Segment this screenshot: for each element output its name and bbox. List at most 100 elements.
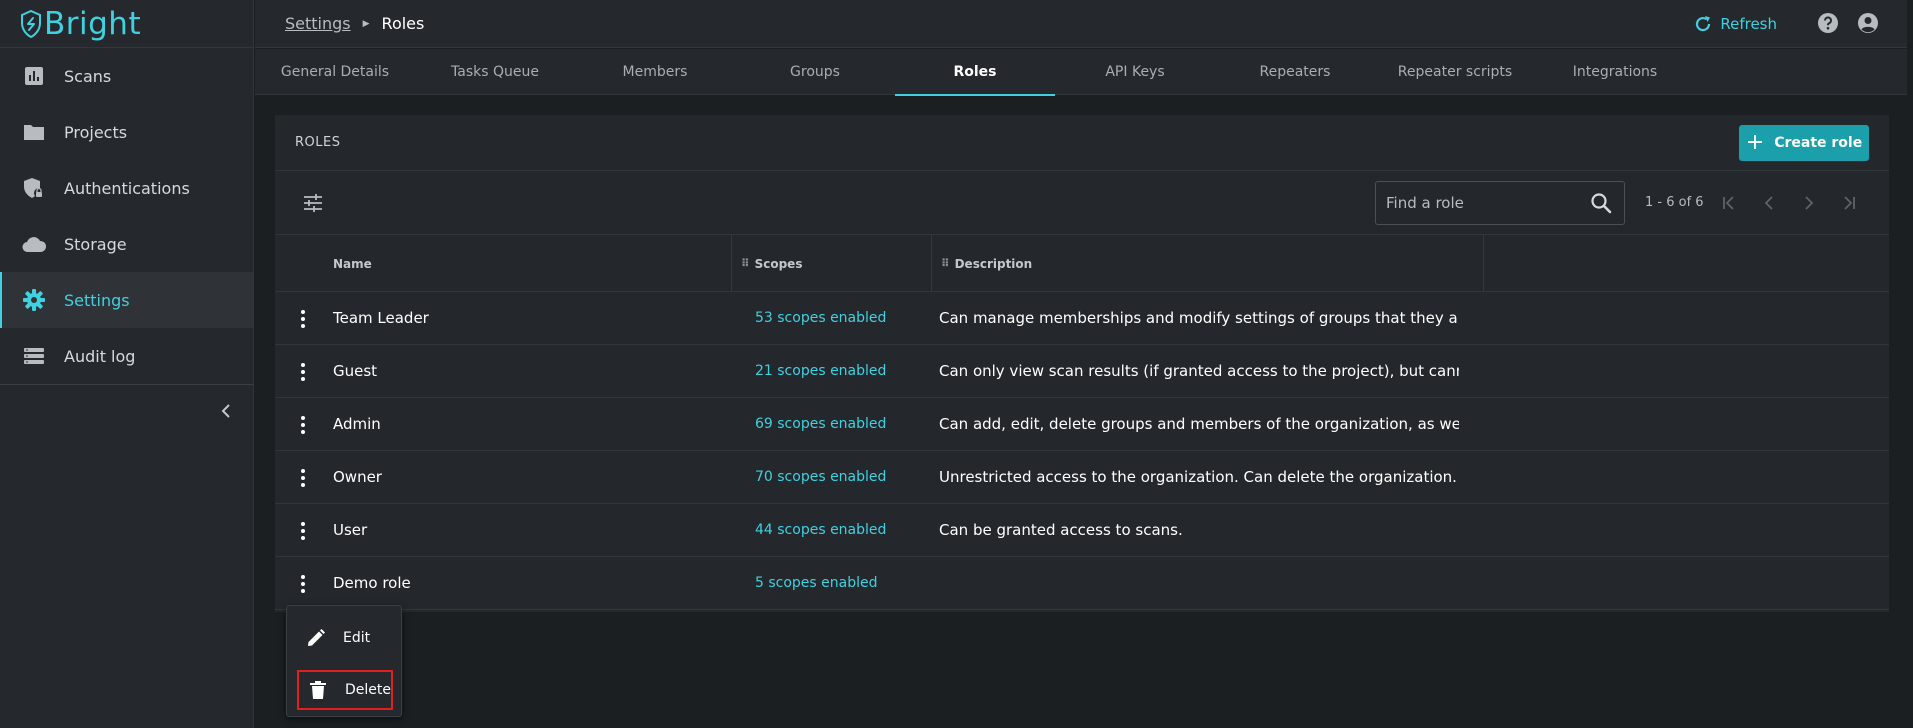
table-row: Admin 69 scopes enabled Can add, edit, d… [275,398,1889,451]
role-description: Can only view scan results (if granted a… [939,362,1459,380]
sidebar: Bright Scans Projects Authentications St… [0,0,254,728]
row-menu-icon[interactable] [299,361,307,383]
row-context-menu: Edit Delete [286,605,402,717]
role-scopes-link[interactable]: 44 scopes enabled [755,504,886,556]
sidebar-item-label: Settings [64,290,130,310]
row-menu-icon[interactable] [299,467,307,489]
column-header-scopes[interactable]: ⠿ Scopes [741,235,802,292]
help-icon[interactable] [1817,12,1841,36]
role-description [939,557,1459,609]
row-menu-icon[interactable] [299,308,307,330]
drag-handle-icon[interactable]: ⠿ [941,257,950,270]
sidebar-item-label: Authentications [64,178,190,198]
delete-label: Delete [345,682,391,698]
plus-icon: + [1745,129,1765,155]
logo[interactable]: Bright [0,0,253,48]
sidebar-item-authentications[interactable]: Authentications [0,160,253,216]
refresh-icon [1694,15,1712,33]
role-description: Unrestricted access to the organization.… [939,468,1457,486]
settings-tabs: General Details Tasks Queue Members Grou… [255,49,1913,96]
role-name: Guest [333,362,378,380]
page-scrollbar[interactable] [1907,0,1913,728]
role-scopes-link[interactable]: 69 scopes enabled [755,398,886,450]
collapse-sidebar-button[interactable] [216,400,236,422]
role-description: Can add, edit, delete groups and members… [939,415,1459,433]
role-scopes-link[interactable]: 5 scopes enabled [755,557,878,609]
role-name: Admin [333,415,381,433]
list-icon [22,344,46,368]
gear-icon [22,288,46,312]
cloud-icon [22,232,46,256]
tab-general-details[interactable]: General Details [255,49,415,95]
pencil-icon [305,627,327,649]
next-page-icon[interactable] [1799,193,1819,213]
tab-roles[interactable]: Roles [895,49,1055,96]
tab-groups[interactable]: Groups [735,49,895,95]
column-header-description[interactable]: ⠿ Description [941,235,1032,292]
table-row: Guest 21 scopes enabled Can only view sc… [275,345,1889,398]
column-divider [931,235,932,292]
sidebar-item-label: Audit log [64,346,136,366]
table-toolbar: 1 - 6 of 6 [275,171,1889,235]
previous-page-icon[interactable] [1759,193,1779,213]
delete-menu-item[interactable]: Delete [297,670,393,710]
account-icon[interactable] [1857,12,1881,36]
create-role-button[interactable]: + Create role [1739,125,1869,161]
role-name: Team Leader [333,309,429,327]
role-name: Demo role [333,574,411,592]
row-menu-icon[interactable] [299,573,307,595]
sidebar-item-audit-log[interactable]: Audit log [0,328,253,384]
tab-integrations[interactable]: Integrations [1535,49,1695,95]
sidebar-item-settings[interactable]: Settings [0,272,253,328]
search-input[interactable] [1386,194,1586,212]
role-name: User [333,521,368,539]
roles-panel: ROLES + Create role 1 - 6 of 6 [275,115,1889,612]
column-settings-icon[interactable] [303,193,323,213]
column-header-name[interactable]: Name [333,235,372,292]
role-scopes-link[interactable]: 21 scopes enabled [755,345,886,397]
refresh-label: Refresh [1720,15,1777,33]
search-field [1375,181,1625,225]
tab-tasks-queue[interactable]: Tasks Queue [415,49,575,95]
tab-repeater-scripts[interactable]: Repeater scripts [1375,49,1535,95]
sidebar-divider [0,384,253,385]
role-name: Owner [333,468,382,486]
tab-members[interactable]: Members [575,49,735,95]
tab-api-keys[interactable]: API Keys [1055,49,1215,95]
trash-icon [307,679,329,701]
sidebar-item-projects[interactable]: Projects [0,104,253,160]
table-row: Demo role 5 scopes enabled [275,557,1889,610]
bar-chart-icon [22,64,46,88]
shield-lock-icon [22,176,46,200]
brand-name: Bright [44,5,142,42]
row-menu-icon[interactable] [299,414,307,436]
refresh-button[interactable]: Refresh [1694,15,1777,33]
search-icon[interactable] [1590,192,1612,214]
role-description: Can manage memberships and modify settin… [939,309,1459,327]
table-row: Owner 70 scopes enabled Unrestricted acc… [275,451,1889,504]
role-scopes-link[interactable]: 53 scopes enabled [755,292,886,344]
tab-repeaters[interactable]: Repeaters [1215,49,1375,95]
last-page-icon[interactable] [1839,193,1859,213]
first-page-icon[interactable] [1719,193,1739,213]
drag-handle-icon[interactable]: ⠿ [741,257,750,270]
sidebar-item-scans[interactable]: Scans [0,48,253,104]
role-scopes-link[interactable]: 70 scopes enabled [755,451,886,503]
table-row: User 44 scopes enabled Can be granted ac… [275,504,1889,557]
chevron-left-icon [221,404,231,418]
row-menu-icon[interactable] [299,520,307,542]
breadcrumb-settings-link[interactable]: Settings [285,14,351,33]
breadcrumb-current: Roles [381,14,425,33]
sidebar-item-storage[interactable]: Storage [0,216,253,272]
table-row: Team Leader 53 scopes enabled Can manage… [275,292,1889,345]
table-header: Name ⠿ Scopes ⠿ Description [275,235,1889,292]
role-description: Can be granted access to scans. [939,521,1183,539]
sidebar-item-label: Storage [64,234,127,254]
panel-title: ROLES [295,135,341,150]
edit-menu-item[interactable]: Edit [297,618,393,658]
sidebar-item-label: Scans [64,66,112,86]
top-bar: Settings ▶ Roles Refresh [255,0,1913,48]
sidebar-item-label: Projects [64,122,128,142]
column-divider [731,235,732,292]
folder-icon [22,120,46,144]
